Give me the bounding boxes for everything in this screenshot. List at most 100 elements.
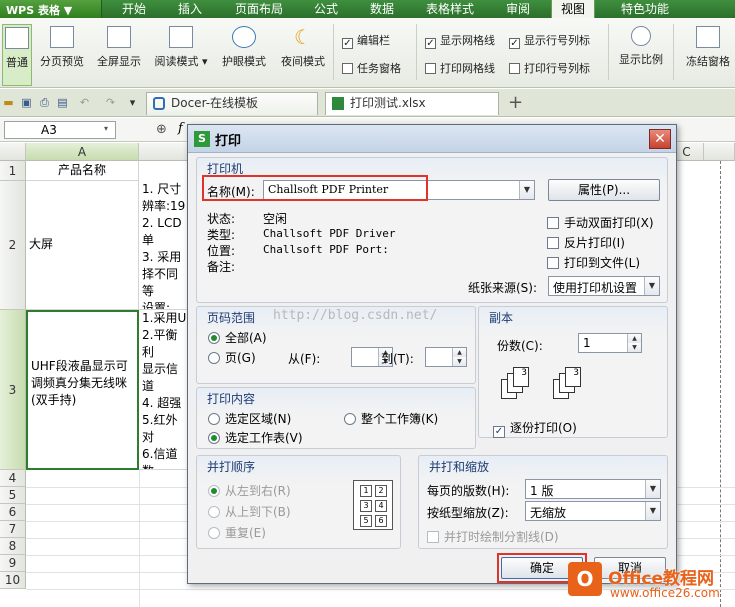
to-page-stepper[interactable]: ▲ ▼ [425,347,467,367]
print-preview-icon[interactable]: ▤ [56,96,69,109]
fx-icon[interactable]: f [178,121,183,136]
order-left-to-right-radio[interactable]: 从左到右(R) [208,482,291,499]
preview-cell: 1 [360,485,372,497]
print-headers-checkbox[interactable]: 打印行号列标 [509,60,590,75]
print-gridlines-checkbox[interactable]: 打印网格线 [425,60,495,75]
page-break-preview-icon [50,26,74,48]
button-label: 冻结窗格 [686,55,730,68]
order-repeat-radio[interactable]: 重复(E) [208,524,266,541]
zoom-formula-icon[interactable]: ⊕ [156,122,167,137]
eye-protection-button[interactable]: 护眼模式 [218,24,270,86]
paper-source-select[interactable]: 使用打印机设置 ▼ [548,276,660,296]
show-gridlines-checkbox[interactable]: ✓ 显示网格线 [425,32,495,49]
menu-page-layout[interactable]: 页面布局 [226,0,292,18]
group-title: 页码范围 [207,311,256,325]
show-headers-checkbox[interactable]: ✓ 显示行号列标 [509,32,590,49]
row-header-7[interactable]: 7 [0,521,26,538]
spin-down-icon[interactable]: ▼ [452,357,466,366]
tab-docer[interactable]: Docer-在线模板 [146,92,318,115]
scale-select[interactable]: 无缩放 ▼ [525,501,661,521]
row-header-4[interactable]: 4 [0,470,26,487]
cell-b3[interactable]: 1.采用U 2.平衡利 显示信道 4. 超强 5.红外对 6.信道数 7.频率响… [139,310,189,470]
task-pane-checkbox[interactable]: 任务窗格 [342,60,401,75]
pages-per-sheet-label: 每页的版数(H): [427,484,510,498]
menu-review[interactable]: 审阅 [498,0,538,18]
menu-special[interactable]: 特色功能 [612,0,678,18]
print-to-file-checkbox[interactable]: 打印到文件(L) [547,254,640,271]
page-range-pages-radio[interactable]: 页(G) [208,349,256,366]
menu-home[interactable]: 开始 [114,0,154,18]
menu-insert[interactable]: 插入 [170,0,210,18]
reverse-print-checkbox[interactable]: 反片打印(I) [547,234,625,251]
tab-print-test[interactable]: 打印测试.xlsx [325,92,499,115]
cell-name-box[interactable]: A3 [4,121,116,139]
row-header-2[interactable]: 2 [0,181,26,310]
copies-input[interactable]: 1 ▲ ▼ [578,333,642,353]
new-tab-button[interactable]: + [508,92,523,113]
menu-data[interactable]: 数据 [362,0,402,18]
chevron-down-icon[interactable]: ▾ [104,124,108,133]
collate-checkbox[interactable]: ✓ 逐份打印(O) [493,419,577,438]
copies-value: 1 [583,336,591,350]
row-header-10[interactable]: 10 [0,572,26,589]
page-break-preview-button[interactable]: 分页预览 [36,24,88,86]
close-button[interactable]: ✕ [649,129,671,149]
chevron-down-icon: ▼ [644,277,659,295]
print-icon[interactable]: ⎙ [38,96,51,109]
print-content-group: 打印内容 选定区域(N) 整个工作簿(K) 选定工作表(V) [196,387,476,449]
pages-per-sheet-select[interactable]: 1 版 ▼ [525,479,661,499]
normal-view-button[interactable]: 普通 [2,24,32,86]
radio-label: 页(G) [225,351,256,365]
menu-formula[interactable]: 公式 [306,0,346,18]
row-header-8[interactable]: 8 [0,538,26,555]
cell-b2[interactable]: 1. 尺寸 辨率:19 2. LCD单 3. 采用 择不同等 设置; 4. 可将… [139,181,189,310]
dropdown-arrow-icon: ▾ [201,55,208,68]
column-header-a[interactable]: A [26,143,139,161]
menu-table-style[interactable]: 表格样式 [420,0,480,18]
row-header-5[interactable]: 5 [0,487,26,504]
page-range-all-radio[interactable]: 全部(A) [208,329,267,346]
cell-a1[interactable]: 产品名称 [26,161,139,181]
redo-icon[interactable]: ↷ [104,96,117,109]
spin-down-icon[interactable]: ▼ [627,343,641,352]
row-header-6[interactable]: 6 [0,504,26,521]
undo-icon[interactable]: ↶ [78,96,91,109]
cell-a3[interactable]: UHF段液晶显示可调频真分集无线咪(双手持) [26,310,139,470]
quick-access-dropdown-icon[interactable]: ▾ [126,96,139,109]
select-all-corner[interactable] [0,143,26,161]
checkbox-label: 反片打印(I) [564,236,625,250]
close-icon: ✕ [654,131,666,147]
print-selection-radio[interactable]: 选定区域(N) [208,410,291,427]
open-folder-icon[interactable]: ▬ [2,96,15,109]
radio-label: 全部(A) [225,331,267,345]
button-label: 全屏显示 [97,55,141,68]
zoom-button[interactable]: 显示比例 [614,24,668,86]
print-workbook-radio[interactable]: 整个工作簿(K) [344,410,438,427]
draw-divider-checkbox[interactable]: 并打时绘制分割线(D) [427,528,559,545]
edit-bar-checkbox[interactable]: ✓ 编辑栏 [342,32,390,49]
row-header-1[interactable]: 1 [0,161,26,181]
save-icon[interactable]: ▣ [20,96,33,109]
spin-up-icon[interactable]: ▲ [627,334,641,343]
print-sheet-radio[interactable]: 选定工作表(V) [208,429,303,446]
docer-icon [153,97,165,110]
dialog-title: 打印 [215,134,242,149]
dialog-title-bar[interactable]: S 打印 ✕ [188,125,676,153]
properties-button[interactable]: 属性(P)... [548,179,660,201]
freeze-panes-button[interactable]: 冻结窗格 [681,24,735,86]
dropdown-arrow-icon: ▼ [63,4,73,17]
column-header-d[interactable] [704,143,735,161]
reading-mode-button[interactable]: 阅读模式 ▾ [151,24,211,86]
spin-up-icon[interactable]: ▲ [452,348,466,357]
chevron-down-icon: ▼ [519,181,534,199]
menu-view[interactable]: 视图 [551,0,595,18]
reading-mode-icon [169,26,193,48]
cell-a2[interactable]: 大屏 [26,181,139,310]
order-top-to-bottom-radio[interactable]: 从上到下(B) [208,503,291,520]
row-header-9[interactable]: 9 [0,555,26,572]
row-header-3[interactable]: 3 [0,310,26,470]
fullscreen-button[interactable]: 全屏显示 [93,24,145,86]
app-menu-button[interactable]: WPS 表格 ▼ [0,0,102,18]
night-mode-button[interactable]: ☾ 夜间模式 [277,24,329,86]
manual-duplex-checkbox[interactable]: 手动双面打印(X) [547,214,654,231]
